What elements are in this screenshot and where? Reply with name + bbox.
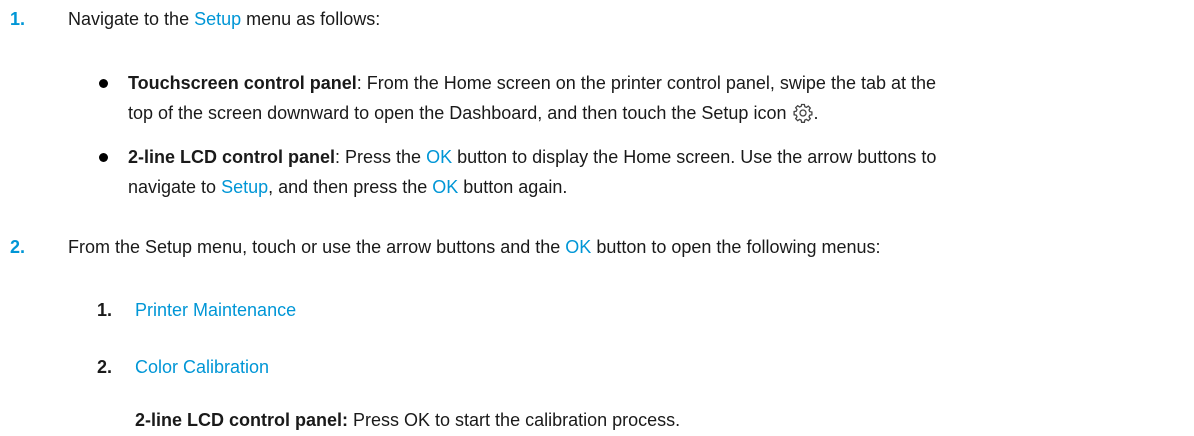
printer-maintenance-link[interactable]: Printer Maintenance <box>135 297 296 323</box>
setup-link[interactable]: Setup <box>194 9 241 29</box>
ok-link[interactable]: OK <box>565 237 591 257</box>
lcd-note: 2-line LCD control panel: Press OK to st… <box>135 410 681 430</box>
bullet-2-line-1: 2-line LCD control panel: Press the OK b… <box>128 147 937 167</box>
step-2-number: 2. <box>10 237 26 257</box>
lcd-heading: 2-line LCD control panel <box>128 147 336 167</box>
touchscreen-heading: Touchscreen control panel <box>128 73 357 93</box>
bullet-1-line-2: top of the screen downward to open the D… <box>128 103 819 123</box>
step-2-text: From the Setup menu, touch or use the ar… <box>68 237 881 257</box>
lcd-note-heading: 2-line LCD control panel: <box>135 410 349 430</box>
bullet-1-dot <box>99 79 108 88</box>
color-calibration-link[interactable]: Color Calibration <box>135 354 269 380</box>
substep-1-number: 1. <box>97 300 113 320</box>
ok-link[interactable]: OK <box>426 147 452 167</box>
ok-link[interactable]: OK <box>432 177 458 197</box>
substep-2-number: 2. <box>97 357 113 377</box>
gear-icon <box>793 103 814 123</box>
setup-link[interactable]: Setup <box>221 177 268 197</box>
step-1-number: 1. <box>10 9 26 29</box>
step-1-text: Navigate to the Setup menu as follows: <box>68 9 381 29</box>
bullet-2-dot <box>99 153 108 162</box>
bullet-2-line-2: navigate to Setup, and then press the OK… <box>128 177 568 197</box>
bullet-1-line-1: Touchscreen control panel: From the Home… <box>128 73 937 93</box>
